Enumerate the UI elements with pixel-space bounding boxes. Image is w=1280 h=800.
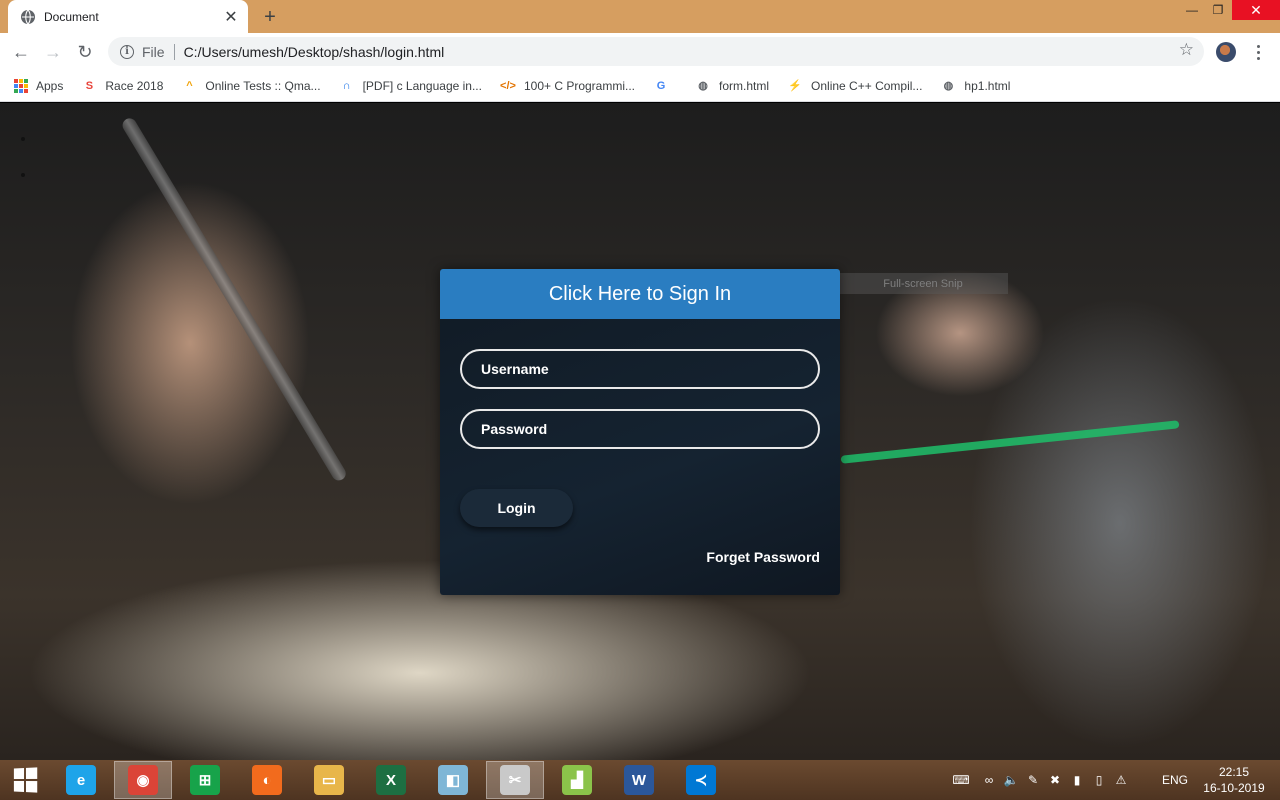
info-icon[interactable]: i: [120, 44, 134, 59]
back-arrow-icon[interactable]: ←: [8, 39, 34, 65]
store-icon: ⊞: [190, 765, 220, 795]
chrome-icon: ◉: [128, 765, 158, 795]
bolt-icon: ⚡: [788, 80, 802, 92]
taskbar-app[interactable]: ⊞: [176, 761, 234, 799]
taskbar-app[interactable]: ≺: [672, 761, 730, 799]
snip-tooltip: Full-screen Snip: [838, 273, 1008, 294]
login-card: Click Here to Sign In Login Forget Passw…: [440, 269, 840, 595]
bookmark-item[interactable]: ⚡ Online C++ Compil...: [787, 78, 922, 94]
profile-avatar[interactable]: [1216, 42, 1236, 62]
minimize-button[interactable]: —: [1180, 0, 1204, 20]
battery-icon[interactable]: ▯: [1090, 771, 1108, 789]
code-icon: </>: [500, 79, 516, 92]
globe-icon: [21, 9, 35, 24]
taskbar-app[interactable]: ◐: [238, 761, 296, 799]
internet-explorer-icon: e: [66, 765, 96, 795]
sign-in-header[interactable]: Click Here to Sign In: [440, 269, 840, 319]
pen-tray-icon[interactable]: ✎: [1024, 771, 1042, 789]
network-off-icon[interactable]: ✖: [1046, 771, 1064, 789]
phone-glow-image: [840, 420, 1180, 464]
bookmark-item[interactable]: Apps: [14, 78, 64, 93]
bookmark-label: Race 2018: [105, 78, 164, 93]
login-button[interactable]: Login: [460, 489, 573, 527]
bookmark-label: Apps: [36, 78, 64, 93]
username-input[interactable]: [460, 349, 820, 389]
qmaths-icon: ^: [186, 79, 193, 92]
forward-arrow-icon[interactable]: →: [40, 39, 66, 65]
taskbar-app[interactable]: X: [362, 761, 420, 799]
omnibox-scheme: File: [142, 43, 165, 60]
bookmark-label: form.html: [719, 78, 770, 93]
taskbar-app[interactable]: ▟: [548, 761, 606, 799]
bookmark-item[interactable]: ◍ hp1.html: [940, 78, 1011, 94]
bookmark-item[interactable]: ^ Online Tests :: Qma...: [181, 78, 320, 94]
clock-time: 22:15: [1218, 765, 1250, 779]
taskbar-app[interactable]: ✂: [486, 761, 544, 799]
eraser-icon: ◧: [438, 765, 468, 795]
bookmarks-bar: Apps S Race 2018 ^ Online Tests :: Qma... ∩ [P…: [0, 70, 1280, 102]
bookmark-item[interactable]: ◍ form.html: [695, 78, 769, 94]
language-indicator[interactable]: ENG: [1162, 773, 1188, 787]
bookmark-label: 100+ C Programmi...: [523, 78, 636, 93]
snipping-tool-icon: ✂: [500, 765, 530, 795]
omnibox-divider: [173, 43, 175, 60]
new-tab-button[interactable]: +: [258, 5, 282, 29]
warning-icon[interactable]: ⚠: [1112, 771, 1130, 789]
taskbar-app[interactable]: ◧: [424, 761, 482, 799]
firefox-icon: ◐: [252, 765, 282, 795]
tab-close-icon[interactable]: ✕: [220, 6, 242, 28]
tab-title: Document: [44, 9, 99, 24]
tab-document[interactable]: Document ✕: [8, 0, 248, 33]
apps-grid-icon: [14, 78, 28, 93]
windows-logo-icon: [13, 767, 38, 793]
close-window-button[interactable]: ✕: [1232, 0, 1280, 20]
address-bar[interactable]: i File C:/Users/umesh/Desktop/shash/logi…: [108, 37, 1204, 66]
page-background: Full-screen Snip Click Here to Sign In L…: [0, 103, 1280, 760]
excel-icon: X: [376, 765, 406, 795]
start-button[interactable]: [0, 761, 50, 799]
taskbar-app[interactable]: W: [610, 761, 668, 799]
clock[interactable]: 22:15 16-10-2019: [1196, 764, 1272, 796]
race-s-icon: S: [85, 79, 94, 92]
word-icon: W: [624, 765, 654, 795]
clock-date: 16-10-2019: [1203, 781, 1265, 795]
bookmark-label: [PDF] c Language in...: [362, 78, 482, 93]
browser-title-bar: Document ✕ + — ❐ ✕: [0, 0, 1280, 33]
password-input[interactable]: [460, 409, 820, 449]
google-icon: G: [656, 79, 666, 92]
bookmark-label: Online C++ Compil...: [811, 78, 923, 93]
system-tray: ⌨ ∞ 🔈 ✎ ✖ ▮ ▯ ⚠: [944, 760, 1132, 800]
bookmark-item[interactable]: G: [653, 78, 677, 94]
file-explorer-icon: ▭: [314, 765, 344, 795]
bookmark-star-icon[interactable]: ☆: [1179, 40, 1194, 60]
browser-toolbar: ← → ↻ i File C:/Users/umesh/Desktop/shas…: [0, 33, 1280, 70]
windows-taskbar: ⌨ ∞ 🔈 ✎ ✖ ▮ ▯ ⚠ ENG 22:15 16-10-2019 e ◉ ⊞…: [0, 760, 1280, 800]
pen-image: [120, 115, 349, 484]
signal-icon[interactable]: ▮: [1068, 771, 1086, 789]
forget-password-link[interactable]: Forget Password: [706, 549, 820, 565]
taskbar-app[interactable]: ◉: [114, 761, 172, 799]
globe-icon: ◍: [698, 80, 708, 92]
bookmark-item[interactable]: </> 100+ C Programmi...: [500, 78, 635, 94]
empty-nav-list: [22, 121, 36, 193]
reload-icon[interactable]: ↻: [72, 39, 98, 65]
restore-button[interactable]: ❐: [1206, 0, 1230, 20]
vscode-icon: ≺: [686, 765, 716, 795]
taskbar-app[interactable]: ▭: [300, 761, 358, 799]
pdf-icon: ∩: [342, 79, 351, 92]
bookmark-label: hp1.html: [964, 78, 1011, 93]
chrome-menu-icon[interactable]: [1250, 40, 1266, 64]
keyboard-icon[interactable]: ⌨: [946, 771, 976, 789]
bookmark-item[interactable]: S Race 2018: [81, 78, 164, 94]
globe-icon: ◍: [943, 80, 954, 92]
taskbar-app[interactable]: e: [52, 761, 110, 799]
chart-app-icon: ▟: [562, 765, 592, 795]
volume-icon[interactable]: 🔈: [1002, 771, 1020, 789]
bookmark-item[interactable]: ∩ [PDF] c Language in...: [339, 78, 482, 94]
url-text[interactable]: C:/Users/umesh/Desktop/shash/login.html: [184, 44, 445, 60]
sync-icon[interactable]: ∞: [980, 771, 998, 789]
bookmark-label: Online Tests :: Qma...: [205, 78, 321, 93]
